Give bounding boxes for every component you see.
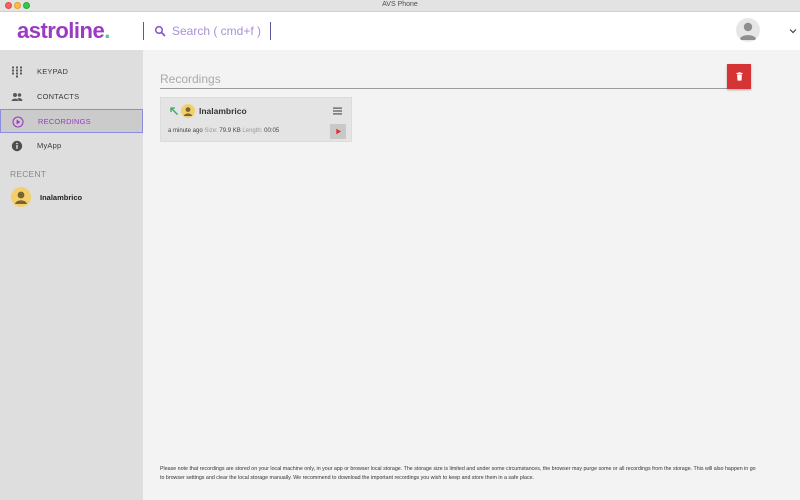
user-avatar-icon bbox=[739, 22, 757, 40]
chevron-down-icon[interactable] bbox=[788, 26, 798, 36]
size-label: Size: bbox=[204, 128, 218, 134]
recordings-panel: Recordings Inalambrico a minute ago Size… bbox=[143, 50, 800, 500]
recording-card: Inalambrico a minute ago Size: 79.9 KB L… bbox=[160, 97, 352, 142]
app-header: astroline. bbox=[0, 12, 800, 50]
header-divider bbox=[143, 22, 144, 40]
menu-icon[interactable] bbox=[332, 106, 343, 116]
info-icon bbox=[11, 140, 23, 152]
play-recording-button[interactable] bbox=[330, 124, 346, 139]
contact-avatar bbox=[11, 187, 31, 207]
search-input[interactable] bbox=[172, 21, 264, 41]
contact-avatar-icon bbox=[15, 191, 27, 204]
sidebar-item-recordings[interactable]: RECORDINGS bbox=[0, 109, 143, 133]
contact-avatar-icon bbox=[183, 107, 193, 116]
logo-dot: . bbox=[104, 18, 110, 43]
user-avatar[interactable] bbox=[736, 18, 760, 42]
play-icon bbox=[335, 128, 341, 135]
sidebar-item-keypad[interactable]: KEYPAD bbox=[0, 60, 143, 84]
search-divider bbox=[270, 22, 271, 40]
length-label: Length: bbox=[242, 128, 263, 134]
sidebar-item-myapp[interactable]: MyApp bbox=[0, 134, 143, 158]
search-icon bbox=[154, 25, 166, 37]
sidebar: KEYPAD CONTACTS RECORDINGS MyApp RECENT bbox=[0, 50, 143, 500]
keypad-icon bbox=[12, 66, 22, 78]
recording-length: 00:05 bbox=[264, 128, 280, 134]
astroline-logo: astroline. bbox=[17, 18, 110, 44]
recording-contact-name: Inalambrico bbox=[199, 106, 247, 116]
window-title-bar: AVS Phone bbox=[0, 0, 800, 12]
recording-meta: a minute ago Size: 79.9 KB Length: 00:05 bbox=[168, 128, 279, 134]
title-underline bbox=[160, 88, 727, 89]
contact-avatar bbox=[181, 104, 195, 118]
sidebar-item-contacts[interactable]: CONTACTS bbox=[0, 85, 143, 109]
storage-notice: Please note that recordings are stored o… bbox=[160, 466, 756, 481]
sidebar-item-label: CONTACTS bbox=[37, 92, 80, 101]
contacts-icon bbox=[11, 93, 23, 101]
recent-section-title: RECENT bbox=[10, 169, 47, 179]
logo-text: astroline bbox=[17, 18, 105, 43]
trash-icon bbox=[735, 72, 743, 81]
recent-contact-item[interactable]: Inalambrico bbox=[0, 186, 143, 210]
page-title: Recordings bbox=[160, 72, 221, 86]
outgoing-call-arrow-icon bbox=[170, 107, 178, 115]
sidebar-item-label: MyApp bbox=[37, 141, 62, 150]
sidebar-item-label: KEYPAD bbox=[37, 67, 69, 76]
delete-all-recordings-button[interactable] bbox=[727, 64, 751, 89]
sidebar-item-label: RECORDINGS bbox=[38, 117, 91, 126]
recording-time: a minute ago bbox=[168, 128, 203, 134]
recording-size: 79.9 KB bbox=[219, 128, 241, 134]
window-title: AVS Phone bbox=[382, 1, 418, 8]
recordings-icon bbox=[12, 116, 24, 128]
recent-contact-name: Inalambrico bbox=[40, 193, 83, 202]
